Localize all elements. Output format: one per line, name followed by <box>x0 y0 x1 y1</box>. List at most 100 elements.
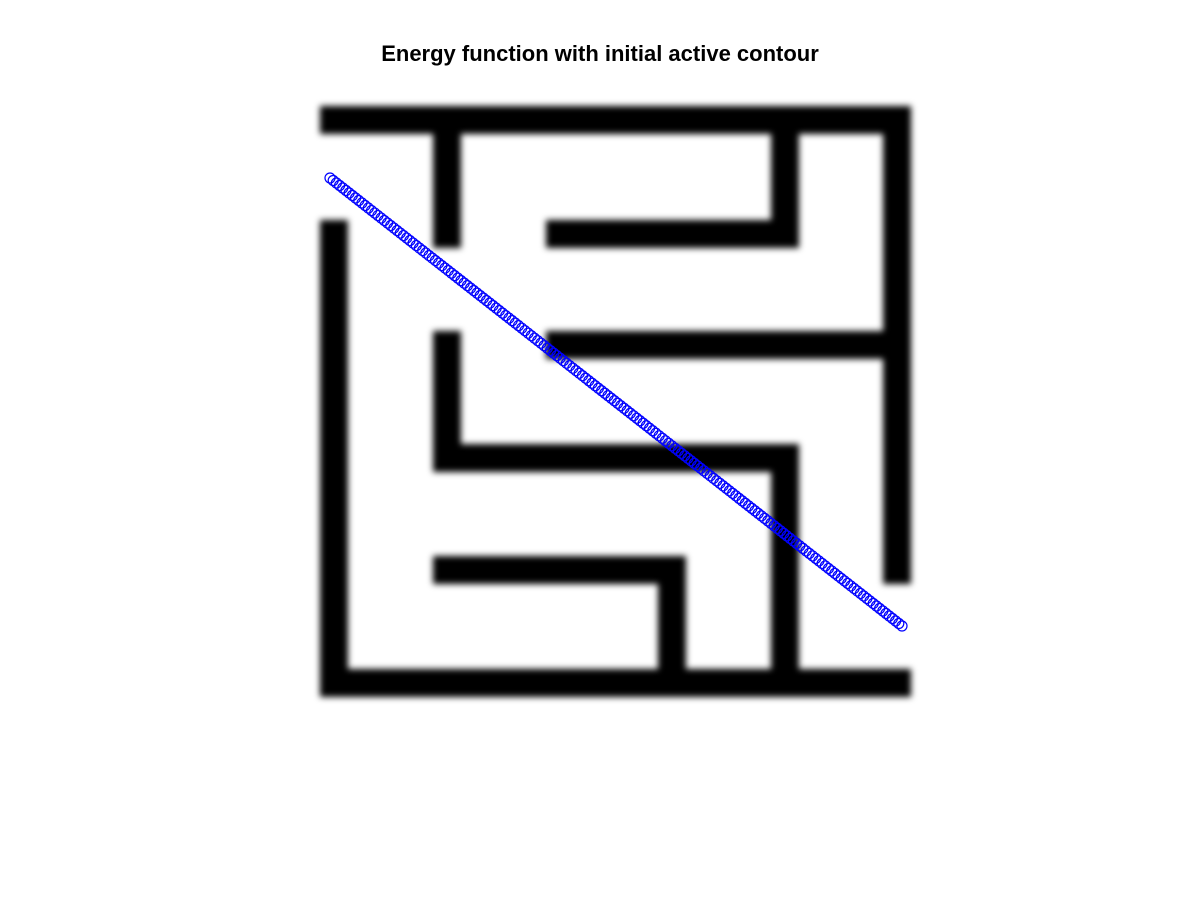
contour-point <box>369 207 381 219</box>
contour-point <box>407 237 419 249</box>
contour-point <box>707 472 720 484</box>
contour-point <box>535 337 547 349</box>
contour-point <box>730 490 742 502</box>
contour-point <box>647 425 659 437</box>
contour-point <box>391 224 403 237</box>
contour-point <box>893 617 905 630</box>
contour-point <box>589 380 601 392</box>
contour-point <box>378 214 390 227</box>
contour-point <box>810 552 822 565</box>
contour-point <box>832 570 844 582</box>
contour-point <box>436 260 448 272</box>
contour-point <box>874 602 886 615</box>
contour-point <box>525 330 537 342</box>
contour-point <box>372 209 384 222</box>
contour-point <box>803 547 815 560</box>
contour-point <box>343 187 355 199</box>
contour-point <box>410 239 422 252</box>
contour-point <box>365 204 378 217</box>
contour-point <box>615 400 627 412</box>
contour-point <box>727 487 739 499</box>
contour-point <box>592 382 605 394</box>
contour-point <box>880 607 892 620</box>
contour-point <box>714 477 726 489</box>
contour-point <box>717 480 729 492</box>
contour-point <box>512 320 525 332</box>
contour-point <box>596 385 608 397</box>
contour-point <box>599 387 611 399</box>
contour-point <box>496 307 509 319</box>
contour-point <box>327 174 339 187</box>
contour-point <box>346 189 358 202</box>
contour-point <box>851 585 863 597</box>
contour-point <box>576 370 589 382</box>
contour-point <box>829 567 841 580</box>
contour-point <box>586 377 598 389</box>
contour-point <box>471 287 483 299</box>
contour-point <box>423 249 435 262</box>
contour-point <box>580 372 592 384</box>
contour-point <box>845 580 857 592</box>
contour-point <box>516 322 528 334</box>
contour-point <box>743 500 755 512</box>
contour-point <box>870 600 883 612</box>
contour-point <box>465 282 477 294</box>
contour-point <box>800 545 812 557</box>
contour-point <box>528 332 541 344</box>
contour-point <box>417 244 429 257</box>
contour-point <box>890 615 902 627</box>
contour-point <box>449 270 461 282</box>
contour-point <box>532 335 544 347</box>
contour-point <box>420 247 432 259</box>
contour-point <box>493 305 505 317</box>
contour-point <box>611 397 624 409</box>
contour-point <box>704 470 716 482</box>
contour-point <box>720 482 732 494</box>
contour-point <box>401 232 413 244</box>
contour-point <box>886 612 899 625</box>
contour-point <box>490 302 502 314</box>
contour-point <box>650 427 662 439</box>
contour-point <box>883 610 895 622</box>
contour-point <box>439 262 451 274</box>
contour-point <box>388 222 400 234</box>
contour-point <box>755 510 768 522</box>
contour-point <box>362 202 374 214</box>
contour-point <box>349 192 362 204</box>
contour-point <box>484 297 496 309</box>
contour-point <box>560 357 573 369</box>
contour-point <box>749 505 761 517</box>
contour-point <box>356 197 368 209</box>
contour-point <box>631 412 643 424</box>
contour-point <box>519 325 531 337</box>
contour-point <box>477 292 489 304</box>
contour-point <box>340 184 352 197</box>
contour-point <box>711 475 723 487</box>
figure: Energy function with initial active cont… <box>0 0 1200 900</box>
energy-image <box>320 106 911 697</box>
contour-point <box>413 242 426 254</box>
contour-point <box>324 172 336 184</box>
contour-point <box>861 592 873 605</box>
contour-point <box>627 410 640 422</box>
contour-point <box>353 194 365 207</box>
contour-point <box>394 227 406 239</box>
contour-point <box>854 587 867 600</box>
contour-point <box>605 392 617 404</box>
contour-point <box>461 280 474 292</box>
contour-point <box>330 177 342 189</box>
contour-point <box>487 300 499 312</box>
contour-point <box>385 219 397 232</box>
contour-point <box>806 550 819 562</box>
contour-point <box>567 362 579 374</box>
contour-point <box>500 310 512 322</box>
contour-point <box>397 229 410 242</box>
contour-point <box>404 234 416 247</box>
contour-point <box>359 199 371 212</box>
contour-point <box>608 395 621 407</box>
contour-point <box>564 360 576 372</box>
contour-point <box>640 420 652 432</box>
contour-point <box>826 565 838 577</box>
contour-point <box>736 495 748 507</box>
contour-point <box>442 265 454 277</box>
